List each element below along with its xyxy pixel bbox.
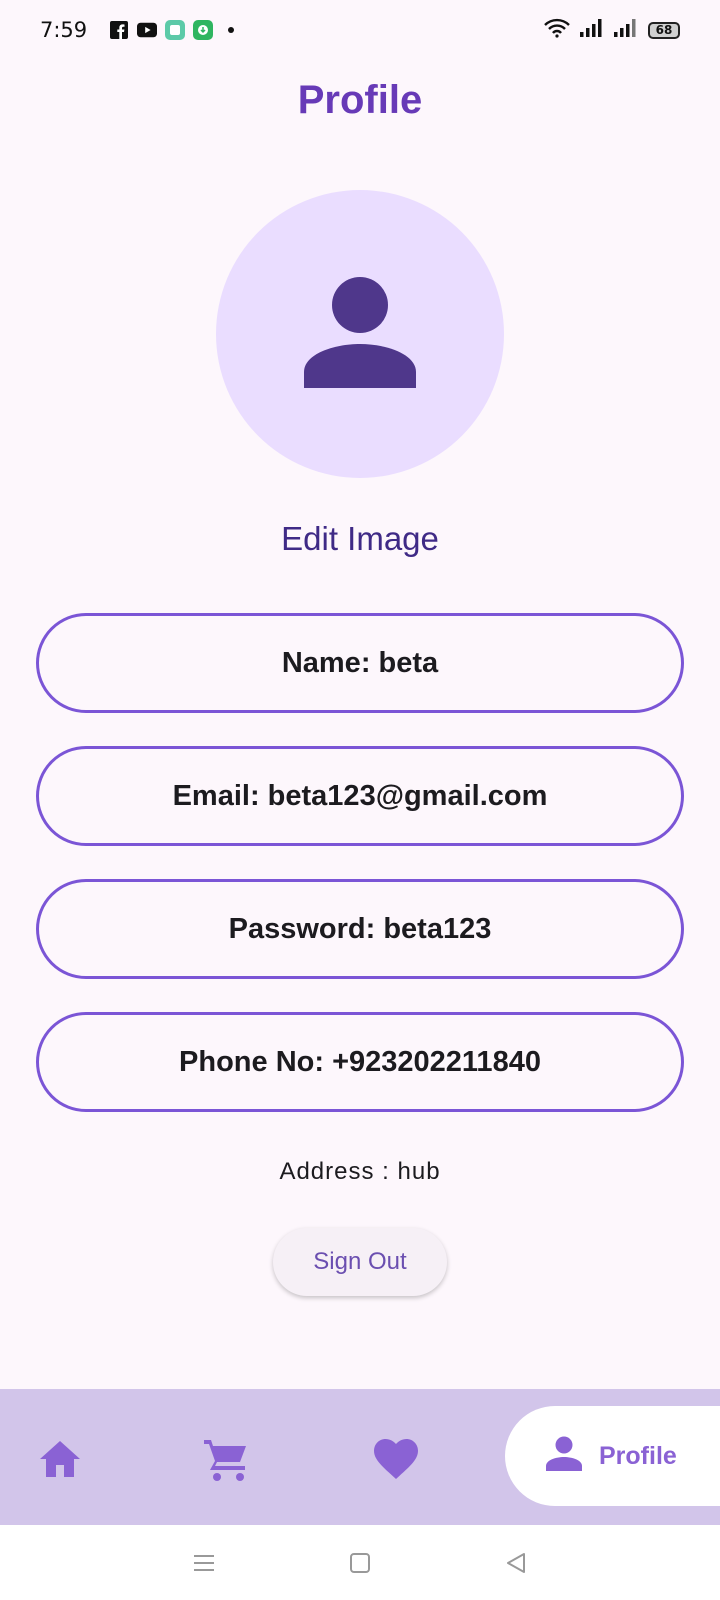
email-field-text: Email: beta123@gmail.com [172, 779, 548, 812]
password-field-text: Password: beta123 [228, 912, 492, 945]
phone-field-text: Phone No: +923202211840 [179, 1045, 541, 1078]
status-notification-icons [109, 20, 241, 40]
back-button[interactable] [503, 1550, 529, 1576]
wifi-icon [544, 18, 570, 42]
name-field-text: Name: beta [281, 646, 439, 679]
password-field[interactable]: Password: beta123 [36, 879, 684, 979]
nav-profile-label: Profile [599, 1441, 677, 1470]
signal-icon [580, 19, 604, 41]
youtube-icon [137, 20, 158, 40]
download-app-icon [193, 20, 214, 40]
phone-field[interactable]: Phone No: +923202211840 [36, 1012, 684, 1112]
person-icon [545, 1436, 583, 1477]
page-title: Profile [297, 78, 423, 122]
status-system-icons: 68 [544, 18, 680, 42]
nav-favorites[interactable] [372, 1437, 420, 1485]
email-field[interactable]: Email: beta123@gmail.com [36, 746, 684, 846]
address-text: Address : hub [279, 1158, 441, 1185]
recent-apps-button[interactable] [191, 1550, 217, 1576]
battery-indicator: 68 [648, 21, 680, 39]
nav-profile[interactable]: Profile [505, 1406, 720, 1506]
menu-icon [194, 1554, 214, 1571]
sign-out-button[interactable]: Sign Out [273, 1228, 447, 1296]
bottom-navigation: Profile [0, 1389, 720, 1525]
home-button[interactable] [347, 1550, 373, 1576]
avatar[interactable] [216, 190, 504, 478]
heart-icon [373, 1438, 419, 1485]
nav-home[interactable] [36, 1437, 84, 1485]
edit-image-button[interactable]: Edit Image [0, 520, 720, 558]
notification-dot-icon [221, 20, 241, 40]
status-time: 7:59 [40, 18, 88, 42]
facebook-icon [109, 20, 129, 40]
system-navigation-bar [0, 1525, 720, 1600]
app-icon [165, 20, 186, 40]
person-icon [302, 274, 418, 395]
home-icon [38, 1439, 82, 1484]
name-field[interactable]: Name: beta [36, 613, 684, 713]
cart-icon [202, 1436, 250, 1487]
square-icon [350, 1552, 370, 1573]
sign-out-label: Sign Out [313, 1248, 407, 1275]
nav-cart[interactable] [200, 1435, 252, 1487]
status-bar: 7:59 68 [0, 0, 720, 60]
signal-icon [614, 19, 638, 41]
back-triangle-icon [507, 1552, 525, 1573]
